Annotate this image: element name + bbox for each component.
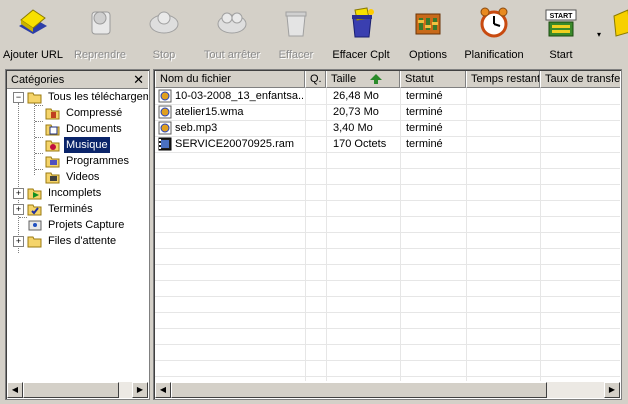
- size-cell: 26,48 Mo: [333, 90, 379, 102]
- column-header-filename[interactable]: Nom du fichier: [155, 71, 305, 88]
- scroll-right-icon[interactable]: ▶: [604, 382, 620, 398]
- tree-item-label: Tous les téléchargements: [48, 91, 148, 103]
- options-icon: [415, 13, 441, 35]
- toolbar-partial-icon: [613, 9, 628, 37]
- size-cell: 20,73 Mo: [333, 106, 379, 118]
- categories-horizontal-scrollbar[interactable]: ◀ ▶: [7, 382, 148, 398]
- scheduler-icon: [480, 7, 508, 38]
- size-cell: 3,40 Mo: [333, 122, 373, 134]
- main-toolbar: Ajouter URL Reprendre Stop Tout arrêter …: [0, 0, 628, 66]
- finished-icon: [27, 204, 42, 216]
- tree-item-label: Files d'attente: [48, 235, 117, 247]
- stop-all-icon: [217, 12, 247, 34]
- start-queue-label: Start: [549, 49, 573, 61]
- delete-label: Effacer: [278, 49, 314, 61]
- filename-cell: atelier15.wma: [175, 106, 244, 118]
- scheduler-button[interactable]: Planification: [464, 2, 524, 64]
- status-cell: terminé: [406, 106, 443, 118]
- filename-cell: 10-03-2008_13_enfantsa...: [175, 90, 303, 102]
- compressed-icon: [45, 108, 60, 120]
- close-icon[interactable]: ✕: [133, 72, 144, 88]
- tree-expand-icon[interactable]: +: [13, 188, 24, 199]
- scroll-right-icon[interactable]: ▶: [132, 382, 148, 398]
- delete-button[interactable]: Effacer: [274, 2, 318, 64]
- documents-icon: [45, 124, 60, 136]
- status-cell: terminé: [406, 90, 443, 102]
- stop-label: Stop: [152, 49, 176, 61]
- table-row[interactable]: 10-03-2008_13_enfantsa... 26,48 Mo termi…: [155, 88, 620, 104]
- filename-cell: SERVICE20070925.ram: [175, 138, 295, 150]
- delete-completed-icon: [352, 7, 374, 38]
- videos-icon: [45, 172, 60, 184]
- svg-text:START: START: [550, 13, 574, 20]
- delete-completed-label: Effacer Cplt: [332, 49, 390, 61]
- stop-button[interactable]: Stop: [140, 2, 188, 64]
- column-size-label: Taille: [331, 73, 357, 85]
- file-list-horizontal-scrollbar[interactable]: ◀ ▶: [155, 382, 620, 398]
- file-list-rows: 10-03-2008_13_enfantsa... 26,48 Mo termi…: [155, 88, 620, 381]
- size-cell: 170 Octets: [333, 138, 387, 150]
- options-button[interactable]: Options: [408, 2, 448, 64]
- tree-item-label: Videos: [66, 171, 100, 183]
- status-cell: terminé: [406, 138, 443, 150]
- table-row[interactable]: atelier15.wma 20,73 Mo terminé: [155, 104, 620, 120]
- programs-icon: [45, 156, 60, 168]
- resume-icon: [91, 11, 111, 35]
- folder-open-icon: [27, 92, 42, 104]
- tree-item-label: Documents: [66, 123, 122, 135]
- queues-icon: [27, 236, 42, 248]
- options-label: Options: [409, 49, 447, 61]
- file-list-panel: Nom du fichier Q. Taille Statut Temps re…: [153, 69, 622, 400]
- audio-file-icon: [158, 105, 172, 119]
- scroll-thumb[interactable]: [23, 382, 119, 398]
- toolbar-overflow-chevron-icon[interactable]: ▾: [597, 30, 601, 39]
- filename-cell: seb.mp3: [175, 122, 218, 134]
- categories-header: Catégories ✕: [7, 71, 148, 89]
- incomplete-icon: [27, 188, 42, 200]
- music-icon: [45, 140, 60, 152]
- file-list-header: Nom du fichier Q. Taille Statut Temps re…: [155, 71, 620, 88]
- tree-expand-icon[interactable]: +: [13, 204, 24, 215]
- stop-all-button[interactable]: Tout arrêter: [204, 2, 260, 64]
- start-queue-icon: START: [545, 9, 577, 37]
- scroll-thumb[interactable]: [171, 382, 547, 398]
- categories-tree: Tous les téléchargements − Compressé Doc…: [7, 89, 148, 381]
- sort-arrow-icon: [370, 74, 382, 84]
- column-header-transfer-rate[interactable]: Taux de transfert: [540, 71, 620, 88]
- tree-item-label: Incomplets: [48, 187, 102, 199]
- tree-expand-icon[interactable]: +: [13, 236, 24, 247]
- table-row[interactable]: seb.mp3 3,40 Mo terminé: [155, 120, 620, 136]
- tree-item-label: Programmes: [66, 155, 129, 167]
- stop-all-label: Tout arrêter: [203, 49, 261, 61]
- audio-file-icon: [158, 121, 172, 135]
- tree-item-label: Projets Capture: [48, 219, 125, 231]
- scroll-left-icon[interactable]: ◀: [7, 382, 23, 398]
- tree-collapse-icon[interactable]: −: [13, 92, 24, 103]
- delete-icon: [285, 11, 307, 37]
- start-queue-button[interactable]: START Start: [540, 2, 582, 64]
- categories-panel: Catégories ✕ Tous les téléchargements − …: [5, 69, 150, 400]
- tree-item-label: Terminés: [48, 203, 93, 215]
- audio-file-icon: [158, 89, 172, 103]
- add-url-button[interactable]: Ajouter URL: [3, 2, 63, 64]
- video-file-icon: [158, 137, 172, 151]
- resume-button[interactable]: Reprendre: [72, 2, 128, 64]
- column-header-time-left[interactable]: Temps restant: [466, 71, 540, 88]
- column-header-q[interactable]: Q.: [305, 71, 326, 88]
- scroll-left-icon[interactable]: ◀: [155, 382, 171, 398]
- tree-item-label: Musique: [64, 137, 110, 153]
- scheduler-label: Planification: [464, 49, 524, 61]
- status-cell: terminé: [406, 122, 443, 134]
- capture-projects-icon: [28, 220, 42, 231]
- add-url-icon: [19, 9, 47, 34]
- stop-icon: [149, 11, 179, 34]
- column-header-status[interactable]: Statut: [400, 71, 466, 88]
- delete-completed-button[interactable]: Effacer Cplt: [332, 2, 390, 64]
- column-header-size[interactable]: Taille: [326, 71, 400, 88]
- tree-item-label: Compressé: [66, 107, 123, 119]
- categories-title: Catégories: [11, 74, 65, 86]
- resume-label: Reprendre: [74, 49, 126, 61]
- table-row[interactable]: SERVICE20070925.ram 170 Octets terminé: [155, 136, 620, 152]
